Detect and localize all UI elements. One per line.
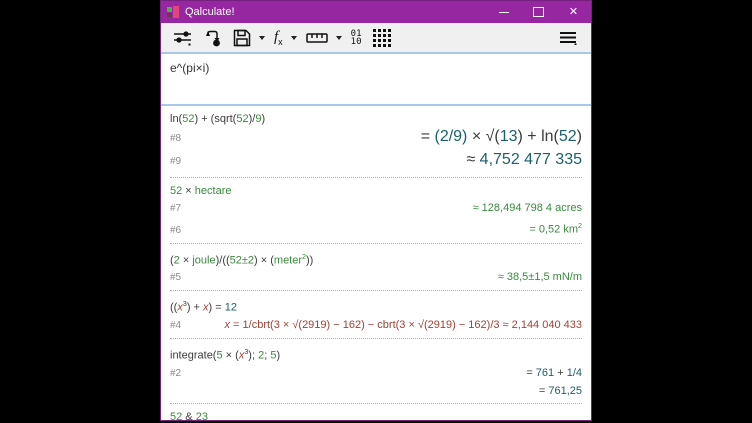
convert-arrow-icon [203, 29, 222, 47]
minimize-icon [499, 12, 509, 13]
history-entry[interactable]: (2 × joule)/((52±2) × (meter2)) #5≈ 38,5±… [170, 244, 582, 292]
mode-settings-button[interactable] [169, 26, 196, 50]
maximize-icon [533, 7, 544, 17]
convert-button[interactable] [199, 26, 226, 50]
history-result: = 0,52 km2 [181, 219, 582, 237]
history-entry[interactable]: ((x3) + x) = 12 #4x = 1/cbrt(3 × √(2919) … [170, 291, 582, 339]
history-index-label: #4 [170, 319, 181, 333]
minimize-button[interactable] [486, 1, 521, 23]
toolbar: fx 01 10 [161, 23, 591, 54]
history-result: x = 1/cbrt(3 × √(2919) − 162) − cbrt(3 ×… [181, 318, 582, 332]
history-expression: integrate(5 × (x3); 2; 5) [170, 345, 582, 363]
close-icon: ✕ [569, 7, 578, 18]
titlebar[interactable]: Qalculate! ✕ [161, 1, 591, 23]
menu-button[interactable] [555, 26, 581, 50]
history-result-row: #4x = 1/cbrt(3 × √(2919) − 162) − cbrt(3… [170, 318, 582, 333]
expression-text: e^(pi×i) [170, 61, 209, 75]
history-result: ≈ 128,494 798 4 acres [181, 201, 582, 215]
keypad-grid-icon [373, 29, 391, 47]
history-entry[interactable]: 52 & 23#1= 0001 0100,= 20 [170, 404, 582, 420]
history-index-label: #5 [170, 271, 181, 285]
units-dropdown-caret[interactable] [336, 36, 342, 40]
window-title: Qalculate! [185, 1, 235, 23]
history-entry[interactable]: ln(52) + (sqrt(52)/9)#8= (2/9) × √(13) +… [170, 106, 582, 178]
history-index-label: #2 [170, 367, 181, 381]
history-index-label: #7 [170, 202, 181, 216]
history-entry[interactable]: 52 × hectare#7≈ 128,494 798 4 acres#6= 0… [170, 178, 582, 244]
history-result: = 761 + 1/4 [181, 366, 582, 380]
history-index-label: #9 [170, 152, 181, 172]
close-button[interactable]: ✕ [556, 1, 591, 23]
ruler-icon [306, 32, 328, 44]
history-entry[interactable]: integrate(5 × (x3); 2; 5)#2= 761 + 1/4= … [170, 339, 582, 404]
history-result-row: #7≈ 128,494 798 4 acres [170, 201, 582, 216]
history-expression: ((x3) + x) = 12 [170, 297, 582, 315]
tune-sliders-icon [173, 29, 192, 46]
binary-digits-icon: 01 10 [351, 30, 362, 46]
floppy-save-icon [233, 29, 251, 47]
history-result-row: = 761,25 [170, 384, 582, 398]
history-expression: 52 × hectare [170, 184, 582, 198]
units-button[interactable] [302, 26, 332, 50]
app-icon [167, 6, 179, 18]
history-index-label: #6 [170, 224, 181, 238]
history-list: ln(52) + (sqrt(52)/9)#8= (2/9) × √(13) +… [161, 106, 591, 420]
history-result: = (2/9) × √(13) + ln(52) [181, 127, 582, 147]
save-button[interactable] [229, 26, 255, 50]
function-fx-icon: fx [274, 29, 283, 47]
keypad-button[interactable] [369, 26, 395, 50]
functions-dropdown-caret[interactable] [291, 36, 297, 40]
history-expression: (2 × joule)/((52±2) × (meter2)) [170, 250, 582, 268]
expression-input[interactable]: e^(pi×i) [161, 54, 591, 106]
history-result: ≈ 38,5±1,5 mN/m [181, 270, 582, 284]
history-result: = 761,25 [170, 384, 582, 398]
save-dropdown-caret[interactable] [259, 36, 265, 40]
window-controls: ✕ [486, 1, 591, 23]
history-expression: ln(52) + (sqrt(52)/9) [170, 112, 582, 126]
history-result-row: #9≈ 4,752 477 335 [170, 150, 582, 172]
history-result-row: #2= 761 + 1/4 [170, 366, 582, 381]
number-bases-button[interactable]: 01 10 [347, 26, 366, 50]
history-expression: 52 & 23 [170, 410, 582, 420]
qalculate-window: Qalculate! ✕ [160, 0, 592, 421]
history-result: ≈ 4,752 477 335 [181, 150, 582, 170]
history-result-row: #6= 0,52 km2 [170, 219, 582, 238]
hamburger-menu-icon [559, 30, 577, 45]
maximize-button[interactable] [521, 1, 556, 23]
history-result-row: #8= (2/9) × √(13) + ln(52) [170, 127, 582, 149]
history-index-label: #8 [170, 129, 181, 149]
history-result-row: #5≈ 38,5±1,5 mN/m [170, 270, 582, 285]
functions-button[interactable]: fx [270, 26, 287, 50]
